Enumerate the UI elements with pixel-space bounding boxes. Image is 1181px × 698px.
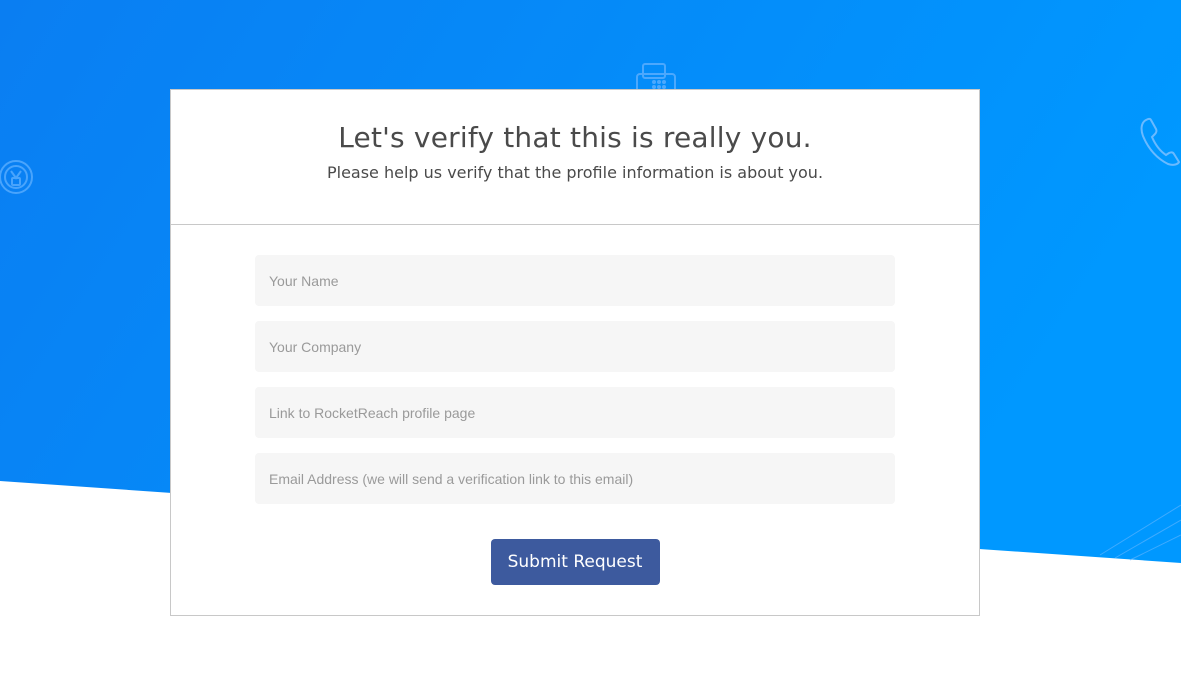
company-input[interactable]	[255, 321, 895, 372]
submit-request-button[interactable]: Submit Request	[490, 539, 660, 585]
verification-form: Submit Request	[171, 225, 979, 585]
email-input[interactable]	[255, 453, 895, 504]
phone-icon	[1140, 117, 1181, 166]
profile-link-input[interactable]	[255, 387, 895, 438]
page: Let's verify that this is really you. Pl…	[0, 0, 1181, 698]
name-input[interactable]	[255, 255, 895, 306]
submit-row: Submit Request	[255, 519, 895, 585]
card-header: Let's verify that this is really you. Pl…	[171, 90, 979, 225]
verification-card: Let's verify that this is really you. Pl…	[170, 89, 980, 616]
page-title: Let's verify that this is really you.	[338, 121, 812, 154]
page-subtitle: Please help us verify that the profile i…	[326, 163, 824, 182]
medal-badge-icon	[0, 160, 33, 194]
